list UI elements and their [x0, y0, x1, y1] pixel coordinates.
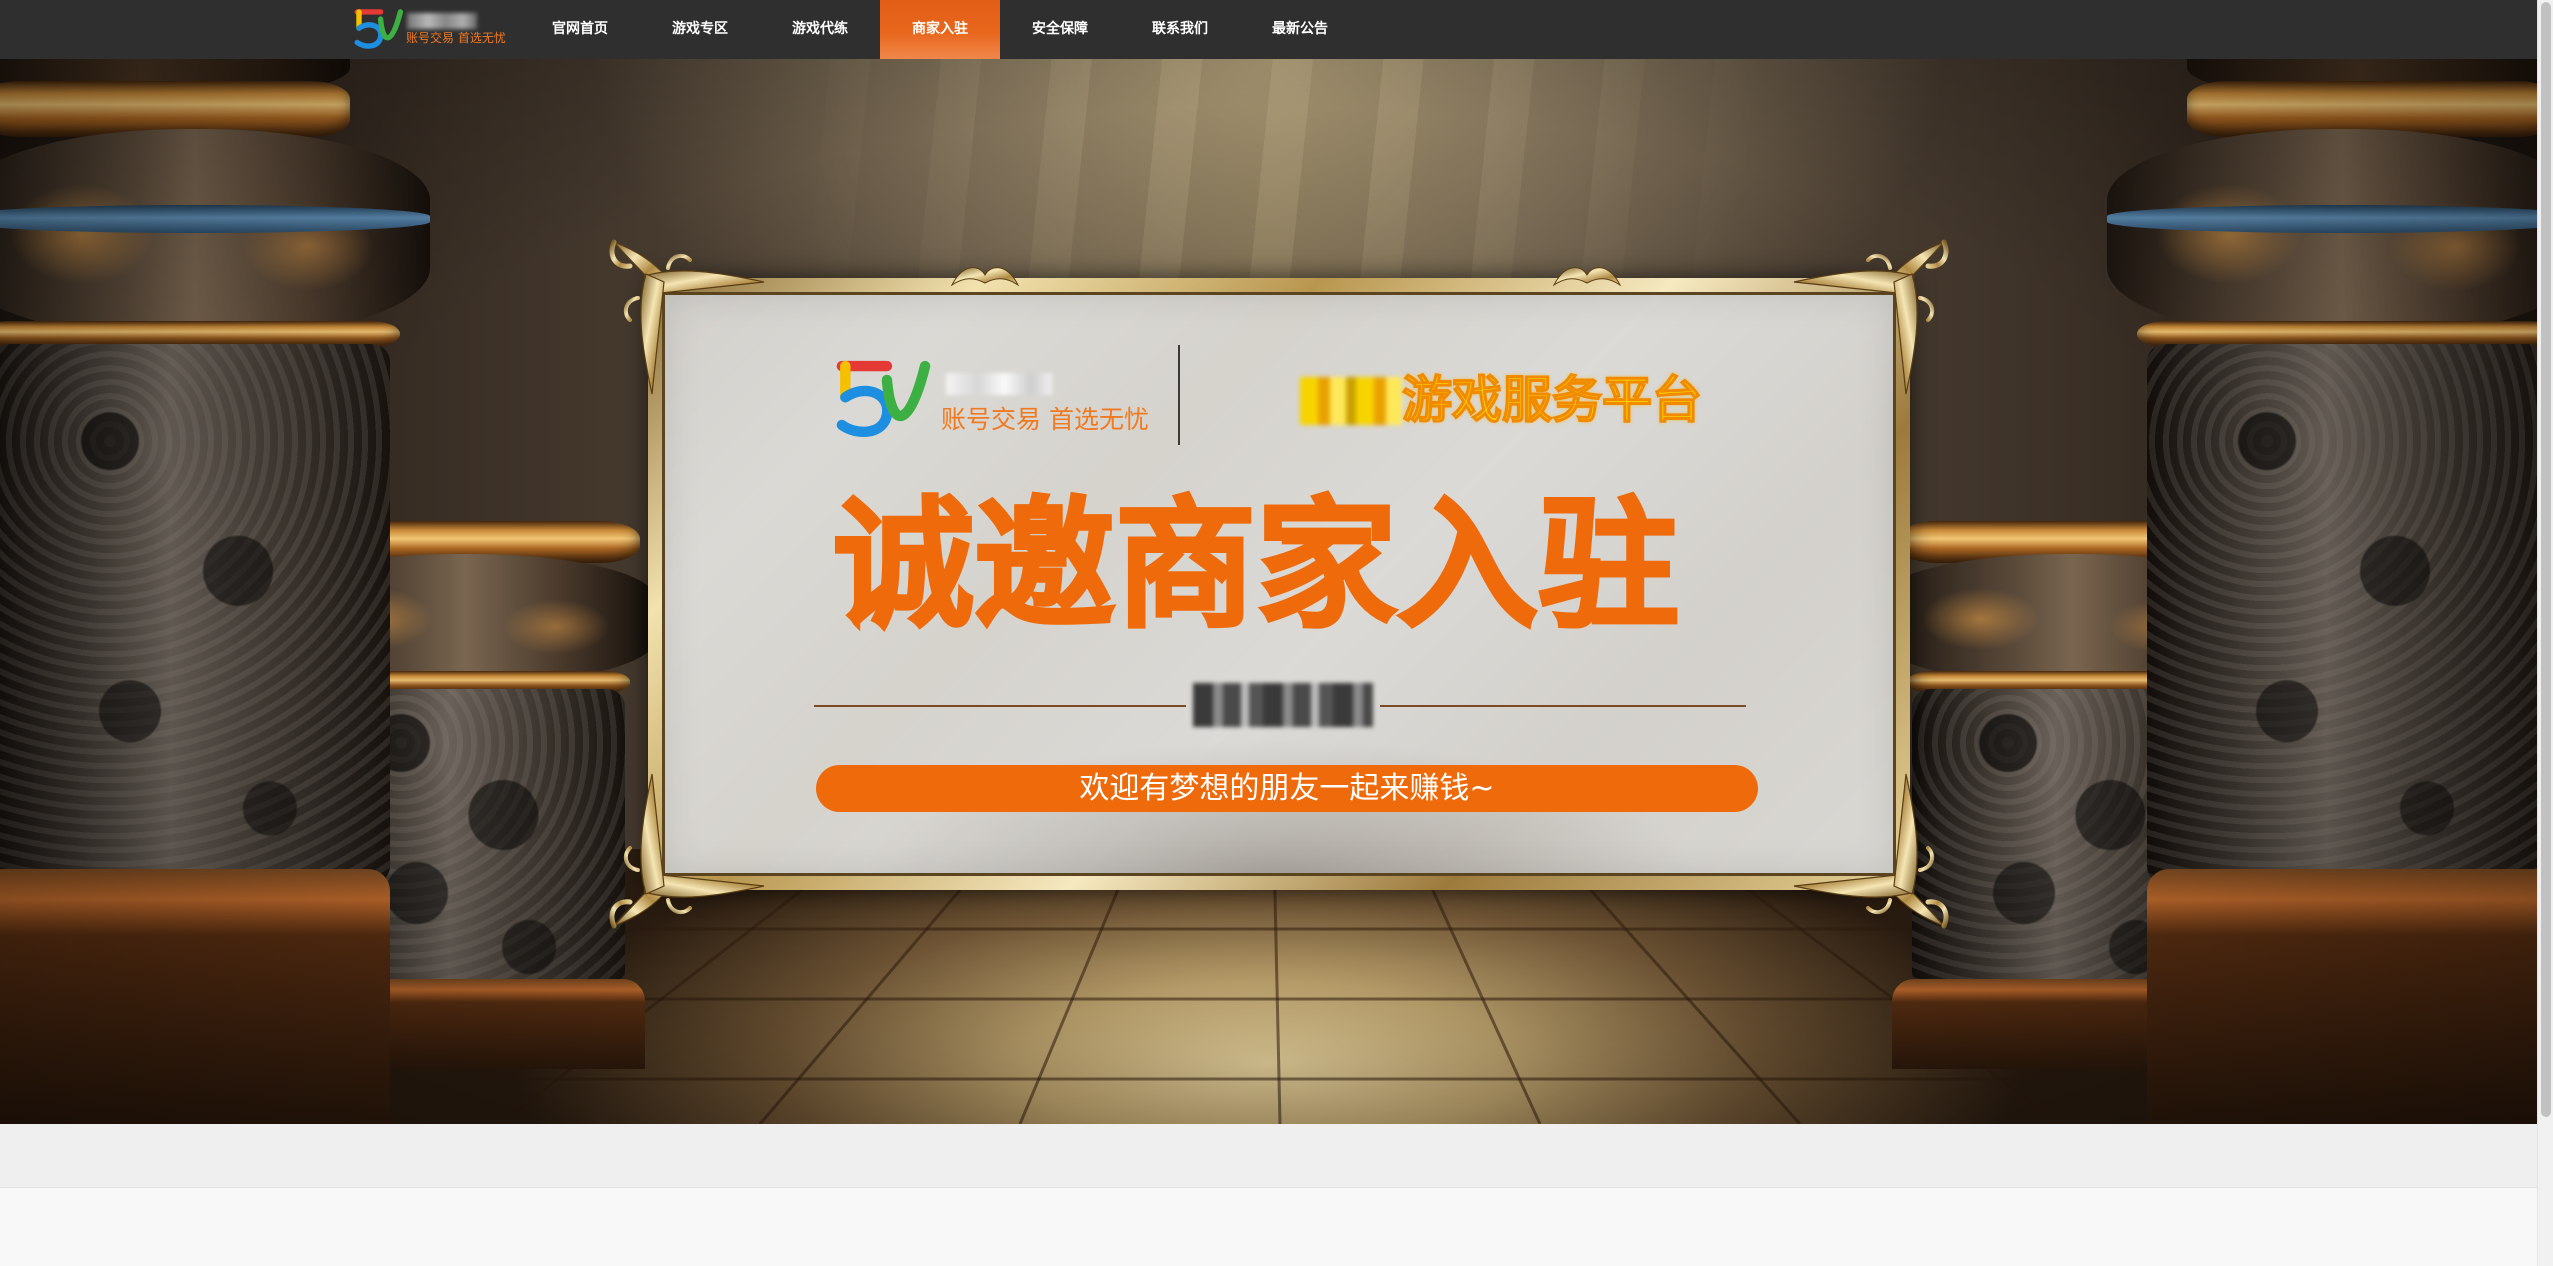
scrollbar-thumb[interactable]: [2541, 2, 2551, 1117]
nav-item-announcements[interactable]: 最新公告: [1240, 0, 1360, 59]
hero-banner: 账号交易 首选无忧 游戏服务平台 诚邀商家入驻 欢迎有梦想的朋友一起来赚钱~: [0, 59, 2537, 1124]
logo-5-mark-icon: [350, 6, 404, 52]
frame-top-ornament-left: [950, 259, 1020, 289]
merchant-invite-headline: 诚邀商家入驻: [832, 484, 1681, 648]
nav-item-security[interactable]: 安全保障: [1000, 0, 1120, 59]
panel-logo-slogan: 账号交易 首选无忧: [941, 405, 1149, 434]
panel-redacted-tagline-prefix: [1300, 377, 1402, 425]
frame-corner-ornament-bottom-right: [1790, 770, 1950, 930]
redacted-site-name: [407, 13, 477, 29]
frame-top-ornament-right: [1552, 259, 1622, 289]
page: 账号交易 首选无忧 官网首页 游戏专区 游戏代练 商家入驻 安全保障 联系我们 …: [0, 0, 2537, 1266]
frame-corner-ornament-top-right: [1790, 238, 1950, 398]
platform-tagline: 游戏服务平台: [1401, 371, 1703, 429]
nav-item-contact-us[interactable]: 联系我们: [1120, 0, 1240, 59]
top-navbar: 账号交易 首选无忧 官网首页 游戏专区 游戏代练 商家入驻 安全保障 联系我们 …: [0, 0, 2537, 59]
frame-corner-ornament-top-left: [608, 238, 768, 398]
nav-item-game-zone[interactable]: 游戏专区: [640, 0, 760, 59]
welcome-banner-pill: 欢迎有梦想的朋友一起来赚钱~: [816, 765, 1758, 812]
main-nav: 官网首页 游戏专区 游戏代练 商家入驻 安全保障 联系我们 最新公告: [520, 0, 1360, 59]
vertical-scrollbar[interactable]: [2537, 0, 2553, 1266]
panel-redacted-subtitle: [1193, 683, 1373, 727]
headline-rule-left: [814, 705, 1186, 707]
logo-slogan: 账号交易 首选无忧: [406, 31, 506, 45]
content-top-band: [0, 1124, 2537, 1188]
frame-corner-ornament-bottom-left: [608, 770, 768, 930]
panel-logo-divider: [1178, 345, 1180, 445]
panel-logo-5-mark-icon: [828, 355, 932, 443]
nav-item-home[interactable]: 官网首页: [520, 0, 640, 59]
nav-item-game-boosting[interactable]: 游戏代练: [760, 0, 880, 59]
content-area: [0, 1189, 2537, 1266]
headline-rule-right: [1380, 705, 1746, 707]
nav-item-merchant-join[interactable]: 商家入驻: [880, 0, 1000, 59]
site-logo[interactable]: 账号交易 首选无忧: [350, 4, 510, 54]
panel-redacted-site-name: [946, 373, 1052, 395]
